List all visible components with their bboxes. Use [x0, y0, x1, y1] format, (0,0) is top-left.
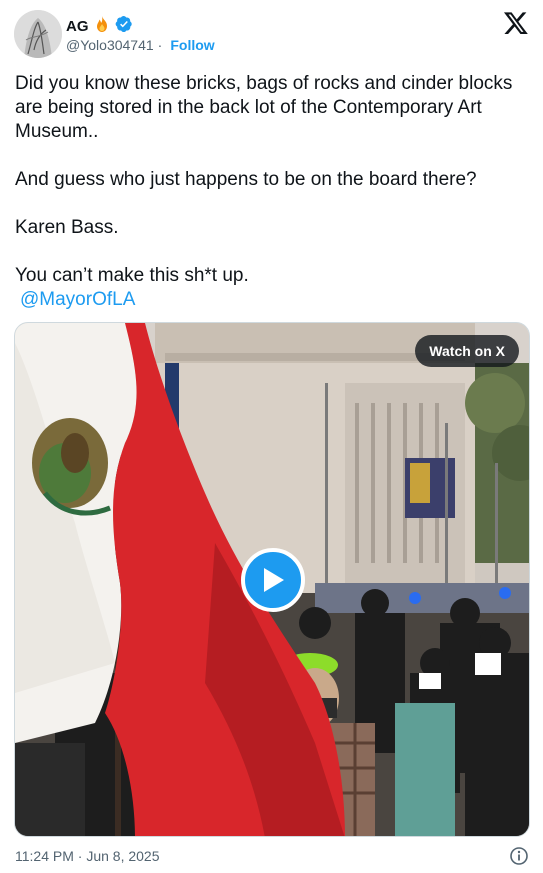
video-player[interactable]: Watch on X	[14, 322, 530, 837]
avatar[interactable]	[14, 10, 62, 58]
play-icon	[264, 568, 284, 592]
play-button[interactable]	[241, 548, 305, 612]
info-icon[interactable]	[509, 846, 529, 866]
verified-badge-icon	[115, 15, 133, 38]
tweet-paragraph: And guess who just happens to be on the …	[15, 169, 477, 190]
x-logo-icon[interactable]	[503, 10, 529, 36]
mention-link[interactable]: @MayorOfLA	[20, 288, 135, 312]
fire-emoji	[93, 15, 111, 38]
name-row: AG	[66, 15, 133, 38]
tweet-footer: 11:24 PM · Jun 8, 2025	[15, 846, 529, 868]
timestamp[interactable]: 11:24 PM · Jun 8, 2025	[15, 848, 160, 864]
tweet-paragraph: Karen Bass.	[15, 217, 119, 238]
display-name[interactable]: AG	[66, 18, 89, 35]
handle-row: @Yolo304741 · Follow	[66, 37, 215, 53]
follow-button[interactable]: Follow	[170, 37, 214, 53]
tweet-text: Did you know these bricks, bags of rocks…	[15, 72, 525, 312]
user-handle[interactable]: @Yolo304741	[66, 37, 154, 53]
separator-dot: ·	[157, 37, 163, 53]
tweet-header: AG @Yolo304741 · Follow	[14, 10, 529, 60]
watch-on-x-button[interactable]: Watch on X	[415, 335, 519, 367]
tweet-paragraph: You can’t make this sh*t up.	[15, 265, 249, 286]
tweet-paragraph: Did you know these bricks, bags of rocks…	[15, 73, 513, 142]
